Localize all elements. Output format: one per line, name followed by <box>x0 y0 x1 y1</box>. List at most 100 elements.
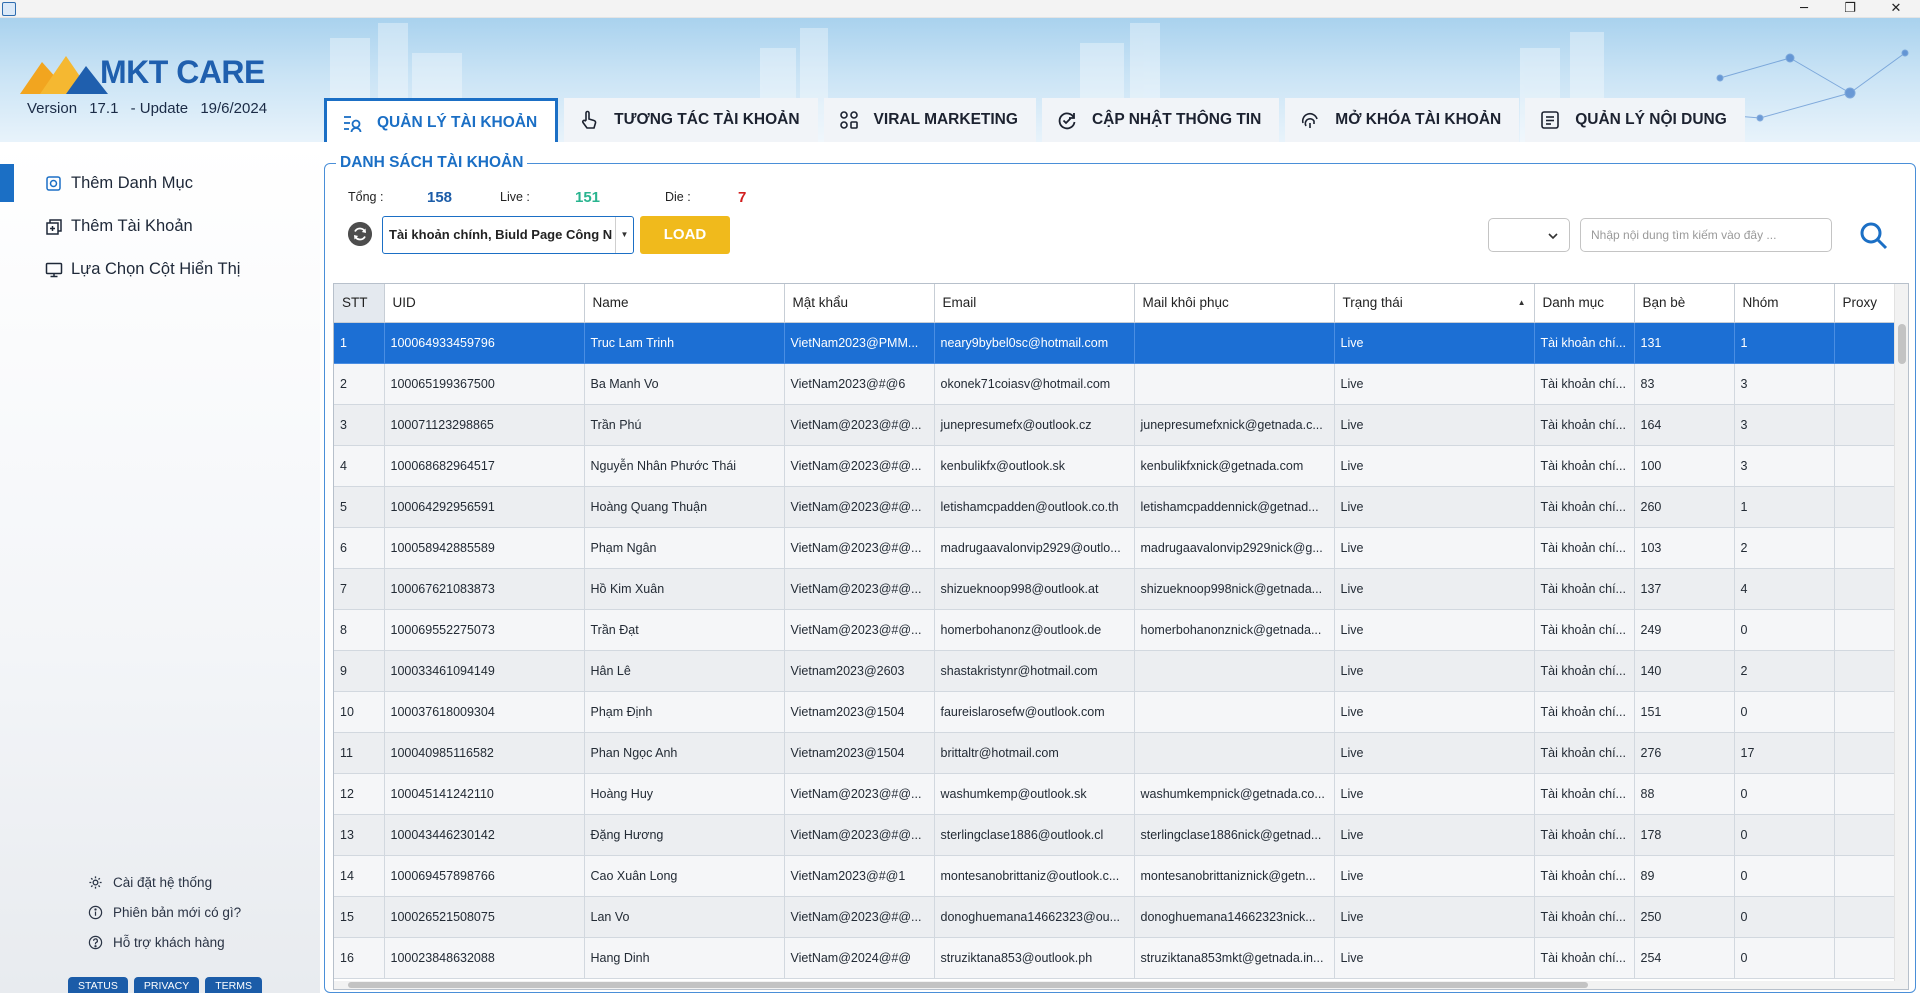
col-header-stt[interactable]: STT <box>334 284 385 323</box>
table-row[interactable]: 4 100068682964517 Nguyễn Nhân Phước Thái Vi… <box>334 445 1895 487</box>
system-settings-link[interactable]: Cài đặt hệ thống <box>88 875 212 890</box>
cell-name: Ba Manh Vo <box>584 363 785 405</box>
search-input[interactable] <box>1580 218 1832 252</box>
cell-stt: 6 <box>334 527 385 569</box>
status-link[interactable]: STATUS <box>68 977 128 993</box>
table-row[interactable]: 15 100026521508075 Lan Vo VietNam@2023@#@..… <box>334 896 1895 938</box>
table-row[interactable]: 5 100064292956591 Hoàng Quang Thuận VietNam… <box>334 486 1895 528</box>
table-row[interactable]: 8 100069552275073 Trần Đạt VietNam@2023@#@.… <box>334 609 1895 651</box>
col-header-name[interactable]: Name <box>584 284 785 323</box>
cell-uid: 100037618009304 <box>384 691 585 733</box>
col-header-category[interactable]: Danh mục <box>1534 284 1635 323</box>
category-select-value: Tài khoản chính, Biuld Page Công N <box>389 227 613 242</box>
vertical-scrollbar[interactable] <box>1894 284 1908 989</box>
cell-password: VietNam@2023@#@... <box>784 404 935 446</box>
cell-name: Lan Vo <box>584 896 785 938</box>
category-select[interactable]: Tài khoản chính, Biuld Page Công N ▼ <box>382 216 634 254</box>
col-header-groups[interactable]: Nhóm <box>1734 284 1835 323</box>
chevron-down-icon <box>1548 233 1558 240</box>
table-row[interactable]: 3 100071123298865 Trần Phú VietNam@2023@#@.… <box>334 404 1895 446</box>
cell-groups: 3 <box>1734 363 1835 405</box>
cell-groups: 2 <box>1734 527 1835 569</box>
tab-update-info[interactable]: CẬP NHẬT THÔNG TIN <box>1041 98 1280 142</box>
refresh-icon[interactable] <box>348 222 372 246</box>
search-icon[interactable] <box>1858 220 1890 252</box>
customer-support-link[interactable]: Hỗ trợ khách hàng <box>88 935 225 950</box>
vertical-scroll-thumb[interactable] <box>1898 324 1906 364</box>
sidebar-item-add-category[interactable]: Thêm Danh Mục <box>45 174 193 193</box>
tab-account-interaction[interactable]: TƯƠNG TÁC TÀI KHOẢN <box>564 98 818 142</box>
add-folder-icon <box>46 175 61 191</box>
refresh-check-icon <box>1058 112 1076 130</box>
maximize-button[interactable]: ❐ <box>1830 0 1870 18</box>
cell-email: brittaltr@hotmail.com <box>934 732 1135 774</box>
cell-friends: 164 <box>1634 404 1735 446</box>
cell-recovery-mail: letishamcpaddennick@getnad... <box>1134 486 1335 528</box>
cell-recovery-mail: madrugaavalonvip2929nick@g... <box>1134 527 1335 569</box>
cell-status: Live <box>1334 896 1535 938</box>
table-row[interactable]: 1 100064933459796 Truc Lam Trinh VietNam202… <box>334 322 1895 364</box>
terms-link[interactable]: TERMS <box>205 977 262 993</box>
cell-friends: 250 <box>1634 896 1735 938</box>
col-header-recovery-mail[interactable]: Mail khôi phục <box>1134 284 1335 323</box>
col-header-proxy[interactable]: Proxy <box>1834 284 1895 323</box>
help-icon <box>88 935 103 950</box>
table-row[interactable]: 13 100043446230142 Đặng Hương VietNam@2023@… <box>334 814 1895 856</box>
privacy-link[interactable]: PRIVACY <box>133 977 200 993</box>
cell-recovery-mail: struziktana853mkt@getnada.in... <box>1134 937 1335 979</box>
cell-friends: 131 <box>1634 322 1735 364</box>
cell-name: Đặng Hương <box>584 814 785 856</box>
sidebar-item-label: Thêm Danh Mục <box>71 174 193 192</box>
col-header-email[interactable]: Email <box>934 284 1135 323</box>
cell-recovery-mail <box>1134 691 1335 733</box>
cell-name: Hồ Kim Xuân <box>584 568 785 610</box>
cell-recovery-mail: junepresumefxnick@getnada.c... <box>1134 404 1335 446</box>
sidebar-item-add-account[interactable]: Thêm Tài Khoản <box>45 217 193 236</box>
cell-friends: 88 <box>1634 773 1735 815</box>
cell-category: Tài khoản chí... <box>1534 814 1635 856</box>
tab-account-management[interactable]: QUẢN LÝ TÀI KHOẢN <box>324 98 559 142</box>
accounts-table: STT UID Name Mật khẩu Email Mail khôi ph… <box>333 283 1909 990</box>
col-header-uid[interactable]: UID <box>384 284 585 323</box>
cell-groups: 0 <box>1734 937 1835 979</box>
table-row[interactable]: 2 100065199367500 Ba Manh Vo VietNam2023@#@… <box>334 363 1895 405</box>
cell-password: VietNam2023@PMM... <box>784 322 935 364</box>
cell-stt: 1 <box>334 322 385 364</box>
main-tabs: QUẢN LÝ TÀI KHOẢN TƯƠNG TÁC TÀI KHOẢN VI… <box>324 98 1745 142</box>
tab-content-management[interactable]: QUẢN LÝ NỘI DUNG <box>1525 98 1745 142</box>
load-button[interactable]: LOAD <box>640 216 730 254</box>
horizontal-scroll-thumb[interactable] <box>348 982 1588 988</box>
col-header-password[interactable]: Mật khẩu <box>784 284 935 323</box>
cell-password: VietNam@2023@#@... <box>784 486 935 528</box>
minimize-button[interactable]: ─ <box>1784 0 1824 18</box>
table-row[interactable]: 16 100023848632088 Hang Dinh VietNam@2024@#… <box>334 937 1895 979</box>
cell-recovery-mail: shizueknoop998nick@getnada... <box>1134 568 1335 610</box>
cell-proxy <box>1834 568 1895 610</box>
cell-recovery-mail: kenbulikfxnick@getnada.com <box>1134 445 1335 487</box>
table-row[interactable]: 11 100040985116582 Phan Ngọc Anh Vietnam202… <box>334 732 1895 774</box>
close-button[interactable]: ✕ <box>1876 0 1916 18</box>
cell-category: Tài khoản chí... <box>1534 732 1635 774</box>
tab-unlock-account[interactable]: MỞ KHÓA TÀI KHOẢN <box>1285 98 1520 142</box>
sidebar-item-choose-columns[interactable]: Lựa Chọn Cột Hiển Thị <box>45 260 240 279</box>
filter-select[interactable] <box>1488 218 1570 252</box>
table-row[interactable]: 12 100045141242110 Hoàng Huy VietNam@2023@#… <box>334 773 1895 815</box>
table-row[interactable]: 10 100037618009304 Phạm Định Vietnam2023@15… <box>334 691 1895 733</box>
table-row[interactable]: 9 100033461094149 Hân Lê Vietnam2023@2603 sh… <box>334 650 1895 692</box>
cell-stt: 3 <box>334 404 385 446</box>
whats-new-link[interactable]: Phiên bản mới có gì? <box>88 905 241 920</box>
table-row[interactable]: 14 100069457898766 Cao Xuân Long VietNam202… <box>334 855 1895 897</box>
table-row[interactable]: 6 100058942885589 Phạm Ngân VietNam@2023@#@… <box>334 527 1895 569</box>
cell-proxy <box>1834 650 1895 692</box>
sidebar-item-label: Lựa Chọn Cột Hiển Thị <box>71 260 241 278</box>
horizontal-scrollbar[interactable] <box>334 981 1908 989</box>
cell-groups: 0 <box>1734 609 1835 651</box>
cell-password: VietNam2023@#@1 <box>784 855 935 897</box>
tab-viral-marketing[interactable]: VIRAL MARKETING <box>823 98 1036 142</box>
table-row[interactable]: 7 100067621083873 Hồ Kim Xuân VietNam@2023@… <box>334 568 1895 610</box>
cell-password: VietNam@2023@#@... <box>784 568 935 610</box>
col-header-friends[interactable]: Bạn bè <box>1634 284 1735 323</box>
cell-email: okonek71coiasv@hotmail.com <box>934 363 1135 405</box>
col-header-status[interactable]: Trạng thái ▲ <box>1334 284 1535 323</box>
cell-password: VietNam@2023@#@... <box>784 445 935 487</box>
